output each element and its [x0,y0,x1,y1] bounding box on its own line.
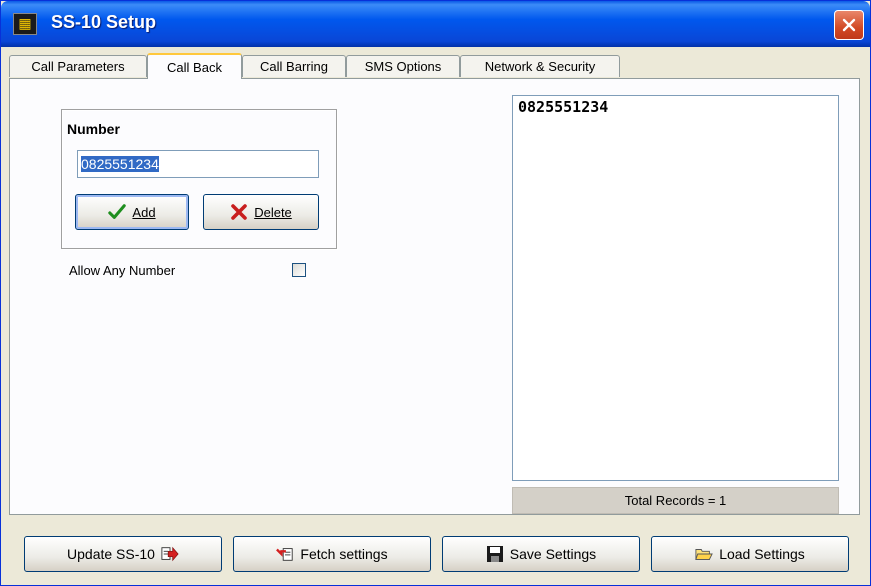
title-bar[interactable]: ▦ SS-10 Setup [1,1,870,47]
save-button-label: Save Settings [509,546,597,562]
grid-icon: ▦ [13,13,37,35]
tab-call-back[interactable]: Call Back [147,53,242,79]
allow-any-number-label: Allow Any Number [69,263,176,278]
fetch-icon [276,545,294,563]
total-records-status: Total Records = 1 [512,487,839,514]
tab-strip: Call Parameters Call Back Call Barring S… [9,53,859,79]
fetch-button-label: Fetch settings [300,546,388,562]
upload-arrow-icon [161,545,179,563]
tab-call-parameters[interactable]: Call Parameters [9,55,147,77]
load-button-label: Load Settings [719,546,805,562]
add-button[interactable]: Add [75,194,189,230]
close-button[interactable] [834,10,864,40]
tab-call-barring[interactable]: Call Barring [242,55,346,77]
checkmark-icon [108,203,127,221]
fetch-settings-button[interactable]: Fetch settings [233,536,431,572]
number-input-value: 0825551234 [81,156,159,172]
records-list[interactable]: 0825551234 [512,95,839,481]
load-settings-button[interactable]: Load Settings [651,536,849,572]
delete-button[interactable]: Delete [203,194,319,230]
number-input[interactable]: 0825551234 [77,150,319,178]
delete-button-label: Delete [254,204,292,220]
number-group-title: Number [67,121,120,137]
setup-window: ▦ SS-10 Setup Call Parameters Call Back … [0,0,871,586]
add-button-label: Add [132,204,156,220]
list-item[interactable]: 0825551234 [518,98,608,116]
save-settings-button[interactable]: Save Settings [442,536,640,572]
window-title: SS-10 Setup [51,12,157,32]
close-icon [842,18,856,32]
floppy-disk-icon [486,545,504,563]
update-ss10-button[interactable]: Update SS-10 [24,536,222,572]
allow-any-number-checkbox[interactable] [292,263,306,277]
open-folder-icon [695,545,714,563]
tab-network-security[interactable]: Network & Security [460,55,620,77]
update-button-label: Update SS-10 [67,546,155,562]
x-delete-icon [230,203,248,221]
tab-sms-options[interactable]: SMS Options [346,55,460,77]
